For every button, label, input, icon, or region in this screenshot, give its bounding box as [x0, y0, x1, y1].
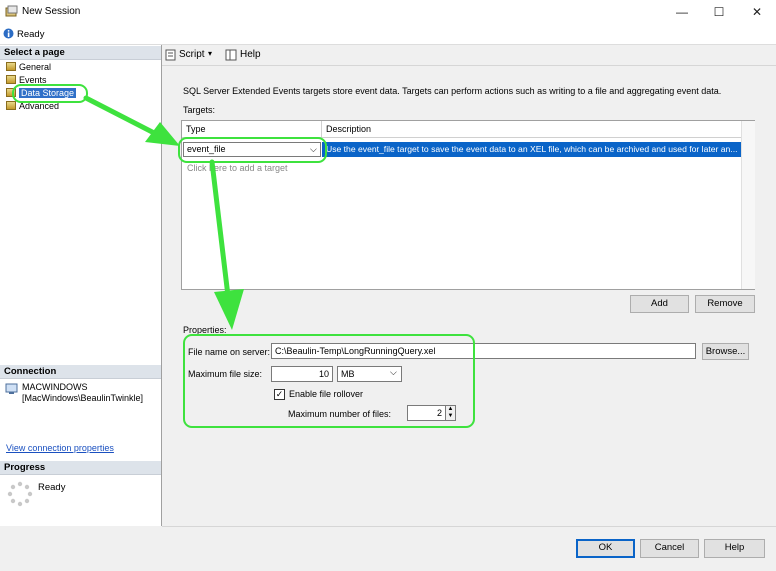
annotation-arrows [83, 95, 244, 330]
cancel-button[interactable]: Cancel [640, 539, 699, 558]
help-button[interactable]: Help [704, 539, 765, 558]
new-session-window: New Session — ☐ ✕ Ready Select a page Ge… [0, 0, 776, 571]
ok-button[interactable]: OK [576, 539, 635, 558]
